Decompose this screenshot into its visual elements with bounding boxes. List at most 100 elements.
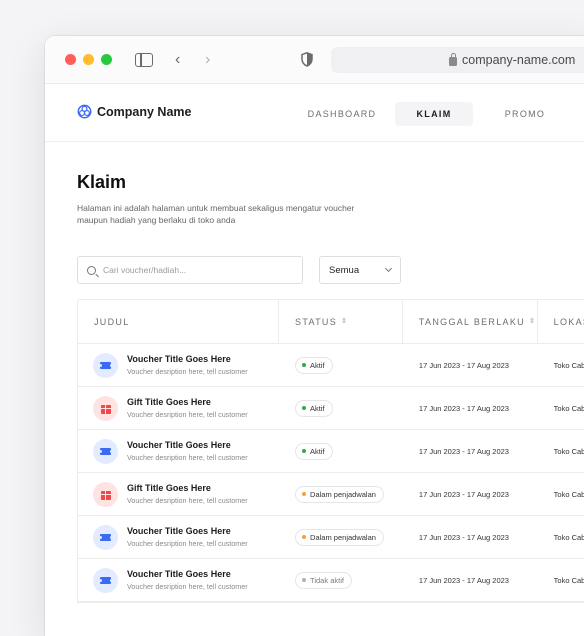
cell-tanggal: 17 Jun 2023 - 17 Aug 2023 bbox=[403, 559, 538, 602]
cell-judul: Gift Title Goes Here Voucher desription … bbox=[78, 387, 279, 430]
cell-tanggal: 17 Jun 2023 - 17 Aug 2023 bbox=[403, 387, 538, 430]
status-dot bbox=[302, 492, 307, 496]
forward-icon[interactable]: › bbox=[205, 50, 210, 70]
cell-lokasi: Toko Cabang bbox=[538, 559, 584, 602]
column-header-judul[interactable]: JUDUL bbox=[78, 299, 280, 344]
cell-judul: Voucher Title Goes Here Voucher desripti… bbox=[78, 516, 279, 559]
gift-icon bbox=[100, 490, 111, 500]
status-badge: Aktif bbox=[295, 399, 333, 417]
item-title: Voucher Title Goes Here bbox=[127, 440, 231, 450]
table-row[interactable]: Voucher Title Goes Here Voucher desripti… bbox=[78, 516, 584, 559]
date-range: 17 Jun 2023 - 17 Aug 2023 bbox=[418, 446, 509, 456]
item-title: Gift Title Goes Here bbox=[127, 483, 211, 493]
table-row[interactable]: Gift Title Goes Here Voucher desription … bbox=[78, 387, 584, 430]
table-row[interactable]: Voucher Title Goes Here Voucher desripti… bbox=[78, 559, 584, 602]
ticket-icon bbox=[98, 361, 113, 369]
item-title: Voucher Title Goes Here bbox=[127, 354, 231, 364]
status-badge: Tidak aktif bbox=[295, 571, 352, 589]
cell-judul: Voucher Title Goes Here Voucher desripti… bbox=[78, 559, 279, 602]
page-title: Klaim bbox=[77, 172, 127, 192]
cell-status: Aktif bbox=[279, 430, 403, 473]
item-description: Voucher desription here, tell customer bbox=[127, 367, 248, 376]
claims-table: JUDUL STATUS ⇳ TANGGAL BERLAKU ⇳ LOKASI … bbox=[77, 299, 584, 603]
top-navigation: Company Name DASHBOARD KLAIM PROMO bbox=[45, 84, 584, 142]
status-badge: Aktif bbox=[295, 442, 333, 460]
cell-tanggal: 17 Jun 2023 - 17 Aug 2023 bbox=[403, 516, 538, 559]
status-dot bbox=[302, 578, 307, 582]
column-header-status[interactable]: STATUS ⇳ bbox=[279, 299, 403, 344]
sort-icon[interactable]: ⇳ bbox=[529, 318, 536, 325]
brand-logo[interactable]: Company Name bbox=[77, 104, 191, 119]
status-label: Dalam penjadwalan bbox=[310, 489, 376, 499]
column-header-tanggal-berlaku[interactable]: TANGGAL BERLAKU ⇳ bbox=[403, 299, 538, 344]
status-filter-select[interactable]: Semua bbox=[319, 256, 401, 284]
reward-avatar bbox=[93, 524, 118, 550]
location: Toko Cabang bbox=[553, 489, 584, 499]
address-bar-url: company-name.com bbox=[462, 53, 576, 67]
item-description: Voucher desription here, tell customer bbox=[127, 539, 248, 548]
maximize-window-button[interactable] bbox=[101, 54, 112, 65]
status-dot bbox=[302, 363, 307, 367]
status-label: Aktif bbox=[310, 446, 325, 456]
lock-icon bbox=[449, 52, 457, 66]
status-dot bbox=[302, 406, 307, 410]
gift-icon bbox=[100, 404, 111, 414]
company-logo-icon bbox=[77, 104, 92, 119]
column-label: LOKASI bbox=[553, 316, 584, 327]
table-row[interactable]: Voucher Title Goes Here Voucher desripti… bbox=[78, 430, 584, 473]
status-dot bbox=[302, 449, 307, 453]
minimize-window-button[interactable] bbox=[83, 54, 94, 65]
ticket-icon bbox=[98, 533, 113, 541]
item-title: Voucher Title Goes Here bbox=[127, 569, 231, 579]
cell-judul: Gift Title Goes Here Voucher desription … bbox=[78, 473, 279, 516]
sidebar-toggle-icon[interactable] bbox=[135, 53, 153, 67]
item-description: Voucher desription here, tell customer bbox=[127, 582, 248, 591]
table-row[interactable]: Gift Title Goes Here Voucher desription … bbox=[78, 473, 584, 516]
status-label: Aktif bbox=[310, 360, 325, 370]
cell-tanggal: 17 Jun 2023 - 17 Aug 2023 bbox=[403, 344, 538, 387]
item-title: Voucher Title Goes Here bbox=[127, 526, 231, 536]
title-stack: Voucher Title Goes Here Voucher desripti… bbox=[127, 440, 262, 462]
cell-status: Dalam penjadwalan bbox=[279, 516, 403, 559]
location: Toko Cabang bbox=[553, 446, 584, 456]
date-range: 17 Jun 2023 - 17 Aug 2023 bbox=[418, 360, 509, 370]
cell-tanggal: 17 Jun 2023 - 17 Aug 2023 bbox=[403, 473, 538, 516]
column-label: JUDUL bbox=[94, 316, 130, 327]
status-badge: Dalam penjadwalan bbox=[295, 528, 384, 546]
search-input[interactable]: Cari voucher/hadiah... bbox=[77, 256, 303, 284]
cell-status: Aktif bbox=[279, 344, 403, 387]
location: Toko Cabang bbox=[553, 403, 584, 413]
search-placeholder: Cari voucher/hadiah... bbox=[103, 265, 187, 275]
reward-avatar bbox=[93, 438, 118, 464]
reward-avatar bbox=[93, 395, 118, 421]
status-label: Tidak aktif bbox=[310, 575, 344, 585]
browser-window: ‹ › company-name.com Company Name DASHBO… bbox=[45, 36, 584, 636]
close-window-button[interactable] bbox=[65, 54, 76, 65]
search-icon bbox=[87, 265, 96, 275]
column-header-lokasi[interactable]: LOKASI bbox=[538, 300, 584, 344]
nav-tab-promo[interactable]: PROMO bbox=[485, 102, 565, 126]
shield-icon[interactable] bbox=[301, 52, 313, 67]
nav-tab-klaim[interactable]: KLAIM bbox=[395, 102, 473, 126]
table-header: JUDUL STATUS ⇳ TANGGAL BERLAKU ⇳ LOKASI bbox=[78, 299, 584, 344]
page-description: Halaman ini adalah halaman untuk membuat… bbox=[77, 203, 355, 225]
cell-status: Dalam penjadwalan bbox=[279, 473, 403, 516]
reward-avatar bbox=[93, 567, 118, 593]
cell-judul: Voucher Title Goes Here Voucher desripti… bbox=[78, 430, 279, 473]
back-icon[interactable]: ‹ bbox=[175, 50, 180, 70]
date-range: 17 Jun 2023 - 17 Aug 2023 bbox=[418, 532, 509, 542]
item-title: Gift Title Goes Here bbox=[127, 397, 211, 407]
nav-tab-dashboard[interactable]: DASHBOARD bbox=[297, 102, 387, 126]
sort-icon[interactable]: ⇳ bbox=[341, 318, 348, 325]
status-badge: Dalam penjadwalan bbox=[295, 485, 384, 503]
title-stack: Voucher Title Goes Here Voucher desripti… bbox=[127, 569, 262, 591]
cell-lokasi: Toko Cabang bbox=[538, 473, 584, 516]
table-row[interactable]: Voucher Title Goes Here Voucher desripti… bbox=[78, 344, 584, 387]
cell-tanggal: 17 Jun 2023 - 17 Aug 2023 bbox=[403, 430, 538, 473]
cell-lokasi: Toko Cabang bbox=[538, 387, 584, 430]
brand-name: Company Name bbox=[97, 104, 192, 119]
item-description: Voucher desription here, tell customer bbox=[127, 453, 248, 462]
chevron-down-icon bbox=[384, 264, 393, 273]
address-bar[interactable]: company-name.com bbox=[331, 47, 584, 73]
date-range: 17 Jun 2023 - 17 Aug 2023 bbox=[418, 575, 509, 585]
